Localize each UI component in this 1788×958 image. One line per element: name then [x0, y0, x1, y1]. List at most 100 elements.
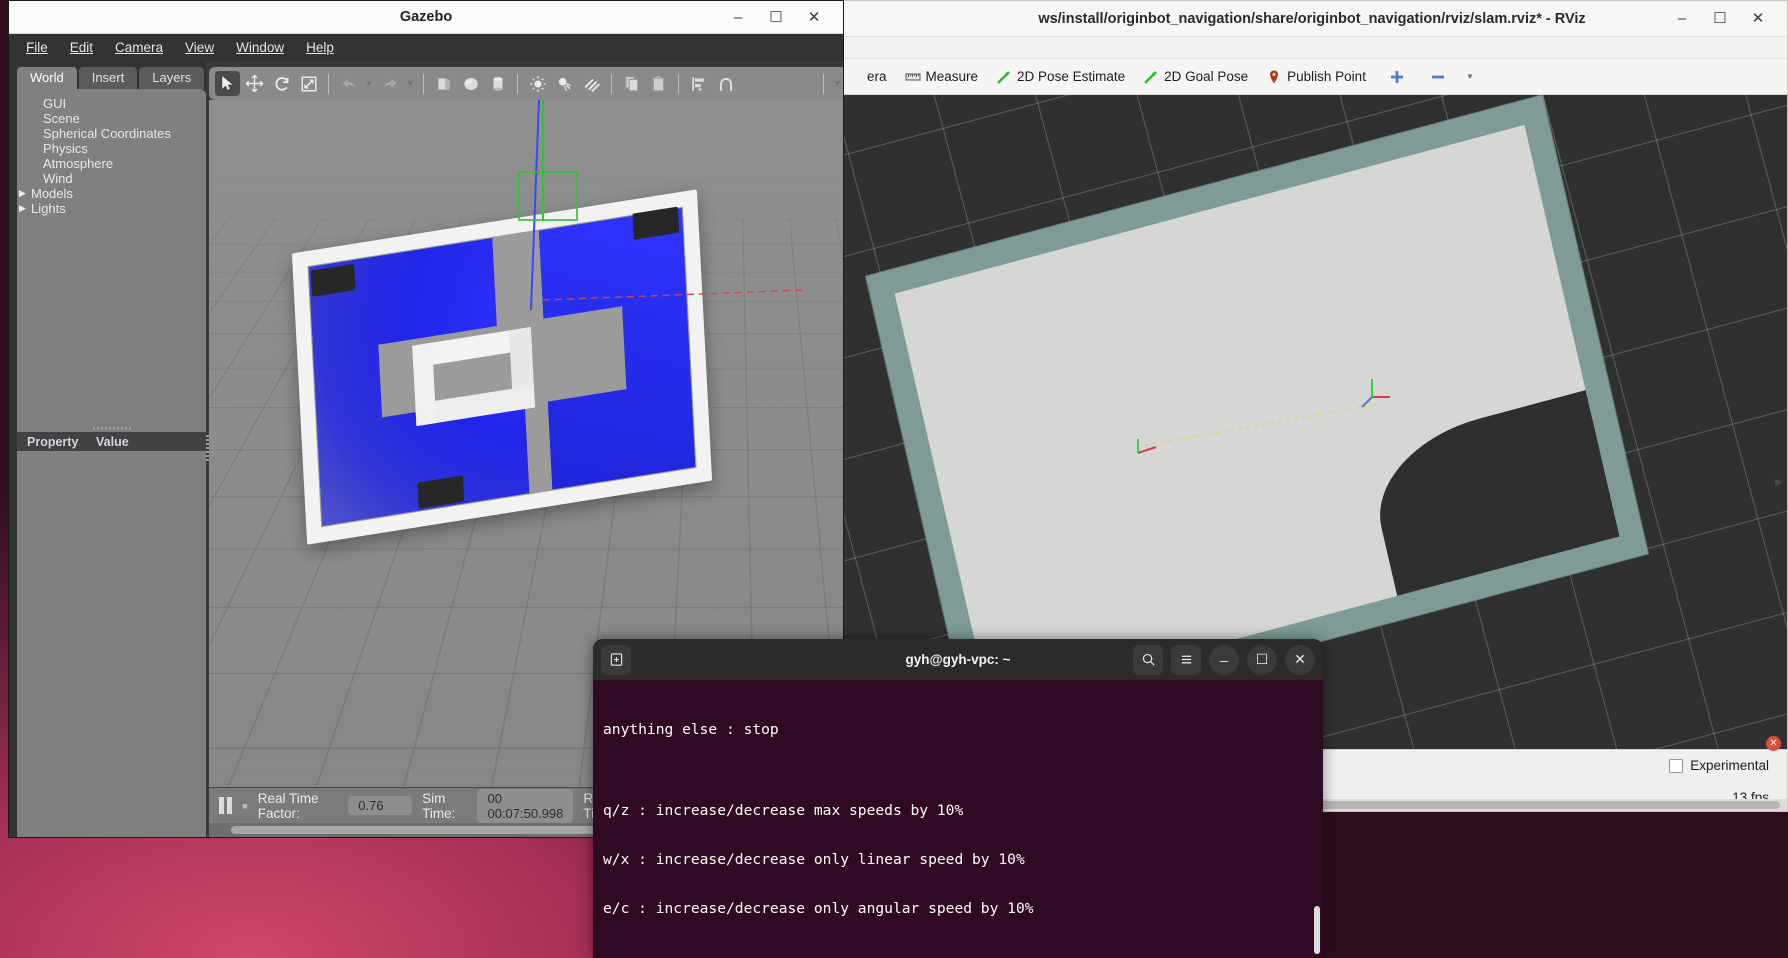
search-icon[interactable] — [1133, 644, 1163, 675]
gazebo-menu-window[interactable]: Window — [225, 37, 295, 58]
rviz-toolbar-overflow[interactable]: ▼ — [1457, 69, 1483, 84]
tree-item-scene[interactable]: Scene — [17, 111, 206, 126]
rviz-tool-publish-point[interactable]: Publish Point — [1257, 66, 1375, 88]
tree-item-label: Atmosphere — [43, 156, 114, 171]
gazebo-menu-view[interactable]: View — [174, 37, 225, 58]
gazebo-panel-splitter[interactable] — [17, 424, 207, 432]
tree-item-physics[interactable]: Physics — [17, 141, 206, 156]
terminal-maximize-button[interactable]: ☐ — [1247, 644, 1277, 675]
ruler-icon — [905, 69, 921, 85]
rviz-experimental-toggle[interactable]: Experimental — [1669, 758, 1769, 773]
sphere-icon[interactable] — [458, 71, 483, 96]
directional-light-icon[interactable] — [579, 71, 604, 96]
chevron-right-icon[interactable]: ▶ — [19, 188, 31, 199]
redo-icon[interactable] — [377, 71, 402, 96]
rviz-tool-2d-pose-estimate[interactable]: 2D Pose Estimate — [987, 66, 1134, 88]
rviz-tool-measure[interactable]: Measure — [896, 66, 988, 88]
gazebo-real-time-factor-label: Real Time Factor: — [257, 790, 319, 821]
rviz-tool-camera-label: era — [867, 69, 887, 84]
toolbar-separator — [423, 73, 425, 94]
undo-icon[interactable] — [336, 71, 361, 96]
tree-item-gui[interactable]: GUI — [17, 96, 206, 111]
rviz-titlebar: ws/install/originbot_navigation/share/or… — [837, 1, 1787, 37]
snap-icon[interactable] — [713, 71, 738, 96]
rviz-maximize-button[interactable]: ☐ — [1709, 8, 1731, 30]
rviz-menubar[interactable] — [837, 37, 1787, 59]
copy-icon[interactable] — [619, 71, 644, 96]
new-tab-icon[interactable] — [601, 644, 631, 675]
terminal-minimize-button[interactable]: – — [1209, 644, 1239, 675]
toolbar-separator — [611, 73, 613, 94]
toolbar-separator — [823, 73, 825, 94]
tree-item-spherical-coordinates[interactable]: Spherical Coordinates — [17, 126, 206, 141]
gazebo-property-column-header: Property — [27, 434, 79, 449]
rviz-tool-add[interactable] — [1375, 66, 1414, 88]
gazebo-minimize-button[interactable]: – — [727, 6, 749, 28]
gazebo-tab-world[interactable]: World — [17, 67, 77, 89]
gazebo-step-icon[interactable]: ■ — [242, 801, 247, 811]
cylinder-icon[interactable] — [485, 71, 510, 96]
gazebo-titlebar: Gazebo – ☐ ✕ — [9, 1, 843, 34]
rviz-tool-2d-goal-pose[interactable]: 2D Goal Pose — [1134, 66, 1257, 88]
chevron-right-icon[interactable]: ▶ — [19, 203, 31, 214]
rviz-tool-camera[interactable]: era — [841, 66, 896, 87]
paste-icon[interactable] — [646, 71, 671, 96]
gazebo-tab-layers[interactable]: Layers — [139, 67, 205, 89]
toolbar-separator — [328, 73, 330, 94]
tree-item-label: Scene — [43, 111, 80, 126]
gazebo-menu-edit-label: Edit — [69, 40, 94, 55]
point-light-icon[interactable] — [525, 71, 550, 96]
terminal-scrollbar[interactable] — [1314, 906, 1320, 954]
gazebo-maximize-button[interactable]: ☐ — [765, 6, 787, 28]
minus-icon — [1430, 69, 1446, 85]
pose-arrow-icon — [996, 69, 1012, 85]
terminal-line: w/x : increase/decrease only linear spee… — [603, 851, 1025, 869]
toolbar-separator — [517, 73, 519, 94]
tree-item-wind[interactable]: Wind — [17, 171, 206, 186]
redo-dropdown-icon[interactable]: ▼ — [404, 71, 416, 96]
gazebo-window-title: Gazebo — [399, 9, 453, 25]
gazebo-toolbar-overflow[interactable]: ▼ — [831, 71, 843, 96]
rviz-tool-2d-goal-pose-label: 2D Goal Pose — [1164, 69, 1249, 84]
rviz-minimize-button[interactable]: – — [1671, 8, 1693, 30]
align-icon[interactable] — [686, 71, 711, 96]
rviz-toolbar: era Measure 2D Pose Estimate 2D Goal Pos… — [837, 59, 1787, 95]
rviz-panel-collapse-handle[interactable]: ▶ — [1773, 471, 1785, 493]
rviz-experimental-checkbox[interactable] — [1669, 758, 1684, 773]
terminal-output[interactable]: anything else : stop q/z : increase/decr… — [593, 680, 1323, 958]
gazebo-menu-file[interactable]: File — [15, 37, 59, 58]
gazebo-tab-insert[interactable]: Insert — [78, 67, 138, 89]
chevron-down-icon: ▼ — [1465, 72, 1474, 81]
hamburger-menu-icon[interactable] — [1171, 644, 1201, 675]
gazebo-toolbar: ▼ ▼ ▼ — [209, 67, 843, 100]
rotate-icon[interactable] — [269, 71, 294, 96]
tree-item-label: Lights — [31, 201, 66, 216]
tree-item-models[interactable]: ▶ Models — [17, 186, 206, 201]
terminal-close-button[interactable]: ✕ — [1285, 644, 1315, 675]
rviz-tool-remove[interactable] — [1414, 66, 1455, 88]
pause-icon[interactable] — [219, 797, 233, 814]
spot-light-icon[interactable] — [552, 71, 577, 96]
tree-item-lights[interactable]: ▶ Lights — [17, 201, 206, 216]
gazebo-window-controls: – ☐ ✕ — [727, 6, 843, 28]
gazebo-close-button[interactable]: ✕ — [803, 6, 825, 28]
rviz-window-title: ws/install/originbot_navigation/share/or… — [1038, 10, 1586, 27]
gazebo-sim-time-value: 00 00:07:50.998 — [477, 788, 574, 823]
scale-icon[interactable] — [296, 71, 321, 96]
box-icon[interactable] — [431, 71, 456, 96]
rviz-tool-publish-point-label: Publish Point — [1287, 69, 1366, 84]
goal-arrow-icon — [1143, 69, 1159, 85]
rviz-experimental-label: Experimental — [1690, 758, 1769, 773]
translate-icon[interactable] — [242, 71, 267, 96]
terminal-titlebar: gyh@gyh-vpc: ~ – ☐ ✕ — [593, 639, 1323, 680]
gazebo-menu-view-label: View — [185, 40, 215, 55]
select-arrow-icon[interactable] — [215, 71, 241, 96]
gazebo-property-header: Property Value — [17, 432, 207, 451]
rviz-notification-close-icon[interactable]: ✕ — [1766, 736, 1781, 751]
tree-item-atmosphere[interactable]: Atmosphere — [17, 156, 206, 171]
gazebo-menu-help[interactable]: Help — [295, 37, 345, 58]
undo-dropdown-icon[interactable]: ▼ — [363, 71, 375, 96]
rviz-close-button[interactable]: ✕ — [1747, 8, 1769, 30]
gazebo-menu-edit[interactable]: Edit — [59, 37, 104, 58]
gazebo-menu-camera[interactable]: Camera — [104, 37, 174, 58]
